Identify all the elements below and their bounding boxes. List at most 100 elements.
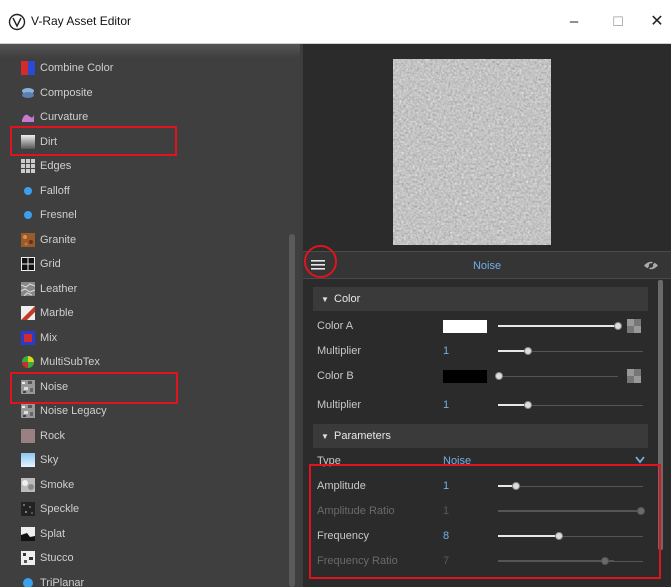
list-item-triplanar[interactable]: TriPlanar: [0, 571, 288, 587]
section-title: Parameters: [334, 430, 391, 442]
list-item-leather[interactable]: Leather: [0, 277, 288, 302]
combine-color-icon: [21, 61, 35, 75]
falloff-icon: [24, 186, 32, 195]
list-item-label: Combine Color: [40, 62, 114, 74]
section-title: Color: [334, 293, 361, 305]
noise-legacy-icon: [21, 404, 35, 418]
highlight-noise: [10, 372, 178, 404]
list-item-edges[interactable]: Edges: [0, 154, 288, 179]
list-item-splat[interactable]: Splat: [0, 522, 288, 547]
list-item-label: Speckle: [40, 503, 80, 515]
list-item-label: TriPlanar: [40, 576, 85, 587]
multiplier-b-row: Multiplier 1: [313, 393, 648, 417]
parameters-section-header[interactable]: ▼ Parameters: [313, 424, 648, 448]
granite-icon: [21, 232, 35, 247]
list-item-falloff[interactable]: Falloff: [0, 179, 288, 204]
color-b-slider-knob[interactable]: [495, 372, 503, 380]
list-item-sky[interactable]: Sky: [0, 448, 288, 473]
highlight-dirt: [10, 126, 177, 156]
list-item-label: MultiSubTex: [40, 356, 100, 368]
curvature-icon: [22, 114, 34, 122]
stucco-icon: [21, 551, 35, 565]
eye-hidden-icon[interactable]: [643, 259, 659, 272]
list-item-label: Rock: [40, 429, 66, 442]
leather-icon: [21, 281, 35, 296]
list-item-label: Smoke: [40, 478, 75, 491]
splat-icon: [21, 526, 35, 541]
list-item-label: Marble: [40, 307, 74, 319]
color-a-swatch[interactable]: [443, 320, 487, 333]
fresnel-icon: [24, 211, 32, 219]
window-title: V-Ray Asset Editor: [31, 14, 132, 28]
node-name: Noise: [472, 260, 502, 272]
mix-icon: [21, 330, 35, 345]
list-item-composite[interactable]: Composite: [0, 81, 288, 106]
color-b-swatch[interactable]: [443, 370, 487, 383]
smoke-icon: [21, 477, 35, 492]
color-a-slider-knob[interactable]: [614, 322, 622, 330]
multisubtex-icon: [22, 356, 34, 368]
node-header-bar: Noise: [303, 251, 671, 279]
color-b-slider-track[interactable]: [498, 376, 618, 377]
multiplier-b-slider-knob[interactable]: [524, 401, 532, 409]
multiplier-b-value[interactable]: 1: [443, 399, 449, 411]
highlight-menu-icon: [304, 245, 337, 278]
list-item-label: Noise Legacy: [40, 405, 107, 417]
list-item-stucco[interactable]: Stucco: [0, 546, 288, 571]
list-item-label: Edges: [40, 160, 72, 172]
list-item-fresnel[interactable]: Fresnel: [0, 203, 288, 228]
marble-icon: [21, 306, 35, 320]
vray-logo-icon: [8, 13, 26, 31]
list-item-label: Falloff: [40, 184, 70, 197]
close-button[interactable]: ✕: [643, 10, 671, 34]
speckle-icon: [21, 502, 35, 516]
collapse-triangle-icon: ▼: [321, 432, 329, 441]
list-scrollbar[interactable]: [289, 234, 295, 587]
minimize-button[interactable]: –: [560, 10, 588, 34]
title-bar: V-Ray Asset Editor – ☐ ✕: [0, 0, 671, 44]
list-item-label: Leather: [40, 282, 78, 295]
collapse-triangle-icon: ▼: [321, 295, 329, 304]
list-item-label: Fresnel: [40, 209, 77, 221]
sky-icon: [21, 453, 35, 467]
grid-icon: [21, 257, 35, 271]
list-item-rock[interactable]: Rock: [0, 424, 288, 449]
list-item-multisubtex[interactable]: MultiSubTex: [0, 350, 288, 375]
rock-icon: [21, 428, 35, 443]
multiplier-a-slider-knob[interactable]: [524, 347, 532, 355]
color-a-label: Color A: [317, 320, 354, 332]
color-a-row: Color A: [313, 314, 648, 338]
noise-preview-image: [393, 59, 551, 245]
list-item-label: Grid: [40, 258, 61, 270]
color-section-header[interactable]: ▼ Color: [313, 287, 648, 311]
color-b-row: Color B: [313, 364, 648, 388]
list-item-label: Granite: [40, 233, 77, 246]
list-item-label: Composite: [40, 86, 93, 99]
triplanar-icon: [23, 577, 33, 587]
edges-icon: [21, 159, 35, 173]
list-item-label: Sky: [40, 454, 59, 466]
multiplier-a-value[interactable]: 1: [443, 345, 449, 357]
color-a-slider-fill: [498, 325, 618, 327]
chevron-down-icon[interactable]: [635, 456, 645, 464]
multiplier-a-label: Multiplier: [317, 345, 362, 357]
list-item-mix[interactable]: Mix: [0, 326, 288, 351]
multiplier-b-label: Multiplier: [317, 399, 362, 411]
multiplier-a-row: Multiplier 1: [313, 339, 648, 363]
composite-icon: [22, 87, 34, 98]
texture-slot-icon[interactable]: [627, 369, 641, 383]
list-item-label: Stucco: [40, 552, 74, 564]
list-item-label: Mix: [40, 331, 58, 344]
texture-slot-icon[interactable]: [627, 319, 641, 333]
highlight-parameters: [309, 464, 661, 579]
list-item-label: Splat: [40, 527, 66, 540]
color-b-label: Color B: [317, 370, 354, 382]
list-item-combine-color[interactable]: Combine Color: [0, 56, 288, 81]
list-item-label: Curvature: [40, 111, 89, 123]
maximize-button[interactable]: ☐: [604, 10, 632, 34]
list-item-grid[interactable]: Grid: [0, 252, 288, 277]
list-item-speckle[interactable]: Speckle: [0, 497, 288, 522]
list-item-smoke[interactable]: Smoke: [0, 473, 288, 498]
list-item-marble[interactable]: Marble: [0, 301, 288, 326]
list-item-granite[interactable]: Granite: [0, 228, 288, 253]
